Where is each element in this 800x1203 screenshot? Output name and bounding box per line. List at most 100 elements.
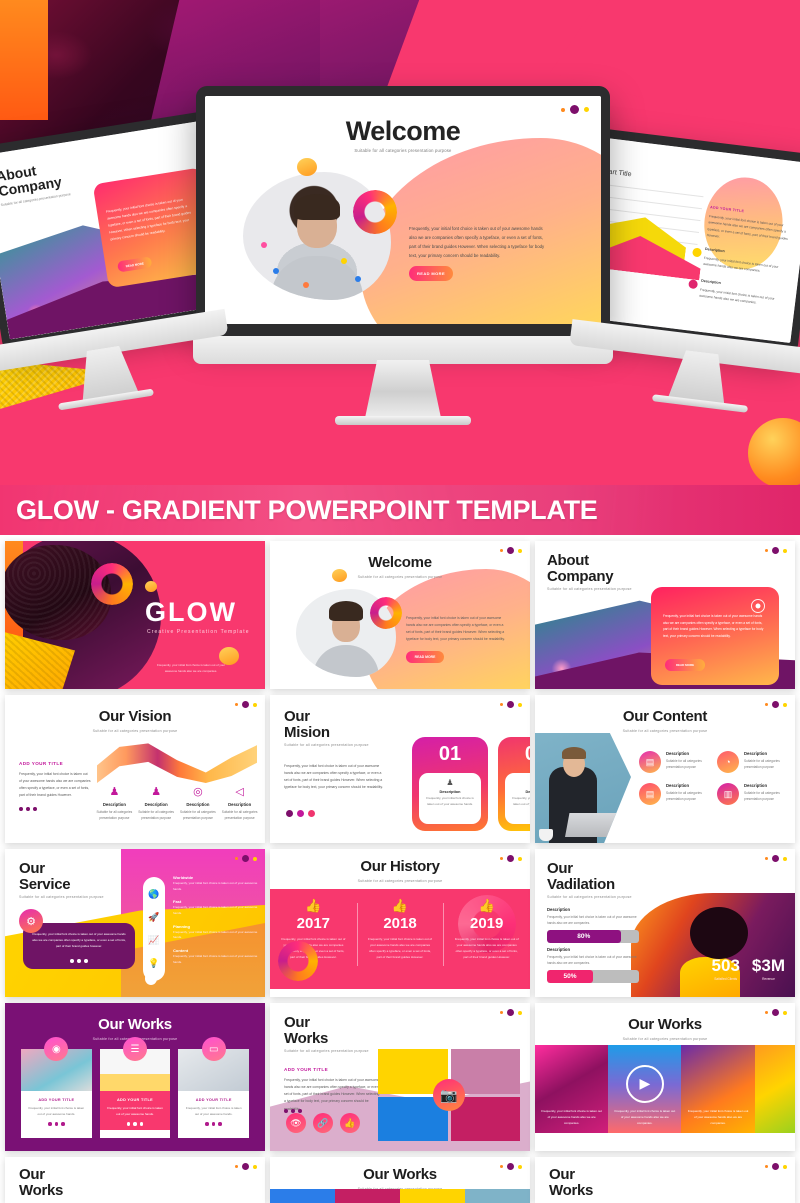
slide-thumb-about-company[interactable]: About Company Suitable for all categorie… bbox=[535, 541, 795, 689]
slide-body: Frequently, your initial font choice is … bbox=[19, 772, 91, 798]
column-body: Frequently, your initial font choice is … bbox=[368, 937, 432, 959]
dot-purple bbox=[507, 701, 514, 708]
dot-orange bbox=[500, 549, 503, 552]
slide-thumb-our-vadilation[interactable]: Our Vadilation Suitable for all categori… bbox=[535, 849, 795, 997]
slide-title: Our Content bbox=[622, 708, 708, 725]
photo-strip bbox=[400, 1189, 465, 1203]
card-body-wrap: ADD YOUR TITLE Frequently, your initial … bbox=[99, 1091, 171, 1130]
dot-purple bbox=[507, 1009, 514, 1016]
item-heading: Description bbox=[186, 802, 210, 807]
dot-yellow bbox=[783, 702, 787, 707]
item-heading: Description bbox=[144, 802, 168, 807]
service-item: Planning Frequently, your initial font c… bbox=[173, 924, 259, 941]
bullet-dot-2 bbox=[688, 279, 699, 290]
rocket-icon: 🚀 bbox=[148, 912, 160, 922]
play-icon[interactable]: ▶ bbox=[625, 1064, 664, 1103]
gradient-ring-icon bbox=[91, 563, 133, 605]
slide-thumb-our-history[interactable]: Our History Suitable for all categories … bbox=[270, 849, 530, 997]
photo-strip-row bbox=[270, 1189, 530, 1203]
read-more-button[interactable]: READ MORE bbox=[117, 256, 153, 273]
dot-yellow bbox=[518, 702, 522, 707]
hero-mockup-section: About Company Suitable for all categorie… bbox=[0, 0, 800, 485]
year-label: 2019 bbox=[469, 915, 504, 932]
monitor-center-neck bbox=[365, 360, 441, 418]
item-body: Suitable for all categories presentation… bbox=[666, 791, 702, 802]
stats-group: 503 Satisfied Clients $3M Revenue bbox=[712, 957, 785, 981]
confetti bbox=[341, 258, 347, 264]
decor-tri-dots bbox=[19, 807, 37, 811]
slide-thumbnail-grid: GLOW Creative Presentation Template Freq… bbox=[0, 535, 800, 1203]
slide-thumb-our-works-purple[interactable]: Our Works Suitable for all categories pr… bbox=[5, 1003, 265, 1151]
dot-purple bbox=[507, 547, 514, 554]
read-more-button[interactable]: READ MORE bbox=[409, 266, 453, 281]
slide-body: Frequently, your initial font choice is … bbox=[409, 226, 545, 259]
gradient-ring-icon bbox=[278, 941, 318, 981]
decor-dots bbox=[765, 1009, 787, 1016]
dot-orange bbox=[765, 1165, 768, 1168]
read-more-button[interactable]: READ MORE bbox=[665, 659, 705, 671]
social-icons: 👁 🔗 👍 bbox=[286, 1113, 360, 1133]
slide-welcome-preview: Welcome Suitable for all categories pres… bbox=[205, 96, 601, 324]
decor-dots bbox=[765, 547, 787, 554]
dot-yellow bbox=[253, 702, 257, 707]
slide-thumb-our-mision[interactable]: Our Mision Suitable for all categories p… bbox=[270, 695, 530, 843]
photo-strip bbox=[335, 1189, 400, 1203]
orange-coin bbox=[219, 647, 239, 665]
slide-title: Welcome bbox=[345, 116, 461, 146]
item-body: Frequently, your initial font choice is … bbox=[173, 905, 258, 916]
thumbs-up-icon[interactable]: 👍 bbox=[340, 1113, 360, 1133]
vision-items: ♟ Description Suitable for all categorie… bbox=[95, 785, 259, 821]
card-heading: Description bbox=[439, 790, 461, 794]
dot-orange bbox=[235, 703, 238, 706]
brand-tagline: Creative Presentation Template bbox=[147, 629, 250, 635]
dot-magenta bbox=[297, 810, 304, 817]
dot-pink bbox=[308, 810, 315, 817]
slide-title: Our Vision bbox=[98, 708, 172, 725]
slide-body: Frequently, your initial font choice is … bbox=[284, 764, 383, 790]
decor-dots bbox=[561, 105, 589, 114]
camera-icon: 📷 bbox=[433, 1079, 465, 1111]
item-heading: Planning bbox=[173, 923, 190, 929]
purple-card: Frequently, your initial font choice is … bbox=[23, 923, 135, 969]
eye-icon[interactable]: 👁 bbox=[286, 1113, 306, 1133]
card-text: Frequently, your initial font choice is … bbox=[185, 1106, 242, 1116]
product-title-banner: GLOW - GRADIENT POWERPOINT TEMPLATE bbox=[0, 485, 800, 535]
slide-thumb-cover[interactable]: GLOW Creative Presentation Template Freq… bbox=[5, 541, 265, 689]
slide-thumb-our-content[interactable]: Our Content Suitable for all categories … bbox=[535, 695, 795, 843]
slide-subtitle: Suitable for all categories presentation… bbox=[284, 1049, 369, 1053]
stat-number: 503 bbox=[711, 956, 740, 975]
slide-thumb-our-works-partial-right[interactable]: Our Works bbox=[535, 1157, 795, 1203]
mision-card-02: 02 ▤ Description Frequently, your initia… bbox=[498, 737, 530, 831]
works-card[interactable]: ▭ ADD YOUR TITLE Frequently, your initia… bbox=[178, 1037, 250, 1138]
read-more-button[interactable]: READ MORE bbox=[406, 651, 444, 663]
photo-strip: ▶ Frequently, your initial font choice i… bbox=[608, 1045, 682, 1133]
slide-thumb-our-service[interactable]: Our Service Suitable for all categories … bbox=[5, 849, 265, 997]
card-body: Frequently, your initial font choice is … bbox=[105, 197, 192, 242]
chart-pie-icon: ◔ bbox=[717, 751, 739, 773]
slide-thumb-our-vision[interactable]: Our Vision Suitable for all categories p… bbox=[5, 695, 265, 843]
slide-thumb-our-works-mosaic[interactable]: Our Works Suitable for all categories pr… bbox=[270, 1003, 530, 1151]
slide-thumb-our-works-partial-center[interactable]: Our Works Suitable for all categories pr… bbox=[270, 1157, 530, 1203]
slide-thumb-our-works-neon[interactable]: Our Works Suitable for all categories pr… bbox=[535, 1003, 795, 1151]
slide-title: Our Works bbox=[363, 1166, 437, 1183]
slide-title: Welcome bbox=[368, 554, 432, 571]
link-icon[interactable]: 🔗 bbox=[313, 1113, 333, 1133]
decor-dots bbox=[235, 855, 257, 862]
dot-purple bbox=[772, 701, 779, 708]
slide-subtitle: Suitable for all categories presentation… bbox=[354, 148, 452, 153]
works-card[interactable]: ◉ ADD YOUR TITLE Frequently, your initia… bbox=[21, 1037, 92, 1138]
content-items: ▤ Description Suitable for all categorie… bbox=[639, 751, 787, 805]
slide-title: Our Works bbox=[19, 1166, 64, 1200]
decor-tri-dots bbox=[70, 959, 88, 963]
slide-thumb-welcome[interactable]: Welcome Suitable for all categories pres… bbox=[270, 541, 530, 689]
dot-purple bbox=[242, 855, 249, 862]
slide-body: Frequently, your initial font choice is … bbox=[284, 1078, 381, 1111]
works-card[interactable]: ☰ ADD YOUR TITLE Frequently, your initia… bbox=[99, 1037, 171, 1138]
add-title-label: ADD YOUR TITLE bbox=[284, 1067, 329, 1072]
slide-thumb-our-works-partial-left[interactable]: Our Works bbox=[5, 1157, 265, 1203]
product-title: GLOW - GRADIENT POWERPOINT TEMPLATE bbox=[16, 494, 598, 525]
dot-purple bbox=[772, 1009, 779, 1016]
bar-chart-icon: 📈 bbox=[148, 935, 160, 945]
bulb-icon: 💡 bbox=[148, 958, 160, 968]
dot-purple bbox=[772, 855, 779, 862]
